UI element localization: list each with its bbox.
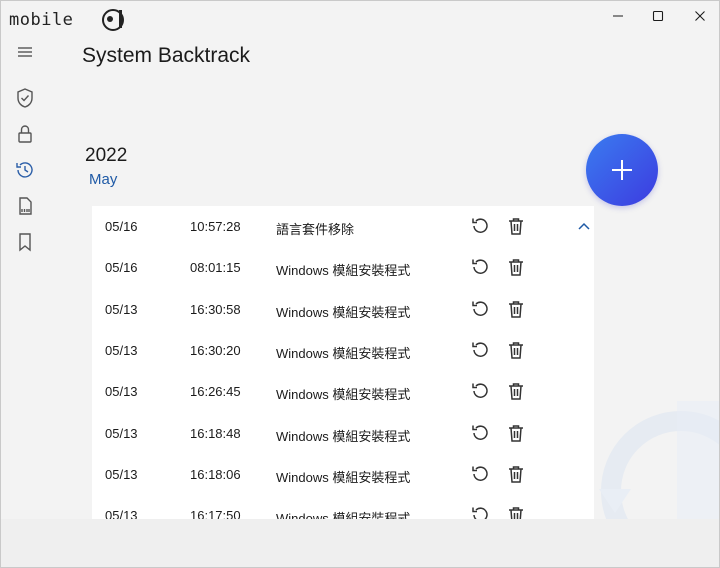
- restore-time: 16:18:48: [190, 425, 241, 441]
- delete-button[interactable]: [506, 216, 526, 236]
- trash-icon: [509, 342, 523, 359]
- restore-date: 05/13: [105, 342, 138, 358]
- table-row[interactable]: 05/13 16:30:20 Windows 模組安裝程式: [92, 330, 594, 371]
- delete-button[interactable]: [506, 423, 526, 443]
- restore-point-list: 05/16 10:57:28 語言套件移除 05/16 08:01:15 Windows …: [92, 206, 594, 519]
- trash-icon: [509, 300, 523, 318]
- restore-date: 05/13: [105, 301, 138, 317]
- month-heading: May: [89, 171, 118, 188]
- sidebar-item-history[interactable]: [5, 152, 45, 188]
- restore-date: 05/16: [105, 260, 138, 276]
- table-row[interactable]: 05/16 10:57:28 語言套件移除: [92, 206, 594, 247]
- minimize-icon: [613, 15, 623, 17]
- restore-time: 16:18:06: [190, 466, 241, 482]
- mobile01-logo-icon: mobile: [9, 9, 124, 31]
- restore-button[interactable]: [470, 340, 490, 360]
- svg-text:mobile: mobile: [9, 10, 73, 30]
- sidebar-item-lock[interactable]: [5, 116, 45, 152]
- restore-description: 語言套件移除: [276, 222, 355, 237]
- close-button[interactable]: [677, 1, 719, 31]
- restore-time: 16:26:45: [190, 384, 241, 400]
- year-heading: 2022: [85, 145, 128, 166]
- app-window: mobile System Backtrack 2022 May 05/16 1…: [0, 0, 720, 568]
- sidebar-item-disk[interactable]: [5, 188, 45, 224]
- restore-icon: [472, 342, 488, 357]
- restore-button[interactable]: [470, 464, 490, 484]
- restore-button[interactable]: [470, 257, 490, 277]
- table-row[interactable]: 05/13 16:18:06 Windows 模組安裝程式: [92, 454, 594, 495]
- restore-icon: [472, 383, 488, 399]
- restore-time: 10:57:28: [190, 219, 241, 234]
- restore-icon: [472, 259, 488, 275]
- restore-date: 05/13: [105, 384, 138, 400]
- restore-time: 16:17:50: [190, 508, 241, 519]
- delete-button[interactable]: [506, 381, 526, 401]
- maximize-button[interactable]: [635, 1, 681, 31]
- restore-button[interactable]: [470, 381, 490, 401]
- trash-icon: [509, 424, 523, 442]
- restore-description: Windows 模組安裝程式: [276, 511, 411, 519]
- restore-time: 08:01:15: [190, 260, 241, 276]
- restore-description: Windows 模組安裝程式: [276, 304, 411, 320]
- sidebar-item-bookmark[interactable]: [5, 224, 45, 260]
- restore-description: Windows 模組安裝程式: [276, 387, 411, 403]
- collapse-button[interactable]: [576, 218, 592, 234]
- trash-icon: [509, 259, 523, 277]
- restore-button[interactable]: [470, 216, 490, 236]
- bookmark-icon: [19, 233, 31, 252]
- restore-description: Windows 模組安裝程式: [276, 345, 411, 361]
- restore-description: Windows 模組安裝程式: [276, 428, 411, 444]
- shield-icon: [17, 88, 33, 108]
- hamburger-menu-button[interactable]: [5, 34, 45, 70]
- table-row[interactable]: 05/13 16:30:58 Windows 模組安裝程式: [92, 289, 594, 330]
- trash-icon: [509, 383, 523, 400]
- trash-icon: [509, 466, 523, 483]
- restore-icon: [472, 466, 488, 481]
- delete-button[interactable]: [506, 257, 526, 277]
- restore-time: 16:30:20: [190, 342, 241, 358]
- delete-button[interactable]: [506, 299, 526, 319]
- footer-area: [1, 519, 719, 567]
- restore-date: 05/13: [105, 466, 138, 482]
- restore-date: 05/13: [105, 508, 138, 519]
- trash-icon: [509, 507, 523, 519]
- restore-description: Windows 模組安裝程式: [276, 469, 411, 485]
- restore-date: 05/13: [105, 425, 138, 441]
- logo: mobile: [7, 5, 147, 33]
- restore-icon: [472, 301, 488, 316]
- maximize-icon: [652, 10, 664, 22]
- restore-time: 16:30:58: [190, 301, 241, 317]
- restore-icon: [472, 424, 488, 440]
- close-icon: [695, 11, 705, 21]
- sidebar-item-protection[interactable]: [5, 80, 45, 116]
- delete-button[interactable]: [506, 340, 526, 360]
- plus-icon: [612, 160, 632, 180]
- delete-button[interactable]: [506, 464, 526, 484]
- restore-button[interactable]: [470, 505, 490, 519]
- restore-icon: [472, 507, 488, 519]
- lock-icon: [18, 125, 32, 143]
- table-row[interactable]: 05/13 16:17:50 Windows 模組安裝程式: [92, 495, 594, 519]
- restore-icon: [472, 218, 488, 233]
- menu-icon: [18, 47, 32, 57]
- page-title: System Backtrack: [82, 44, 251, 67]
- history-icon: [16, 162, 33, 178]
- delete-button[interactable]: [506, 505, 526, 519]
- restore-button[interactable]: [470, 299, 490, 319]
- restore-description: Windows 模組安裝程式: [276, 263, 411, 279]
- restore-date: 05/16: [105, 219, 138, 234]
- sidebar: [1, 31, 49, 567]
- table-row[interactable]: 05/16 08:01:15 Windows 模組安裝程式: [92, 247, 594, 288]
- table-row[interactable]: 05/13 16:26:45 Windows 模組安裝程式: [92, 371, 594, 412]
- add-restore-point-button[interactable]: [586, 134, 658, 206]
- trash-icon: [509, 218, 523, 235]
- disk-icon: [19, 197, 32, 215]
- chevron-up-icon: [578, 222, 590, 230]
- restore-button[interactable]: [470, 423, 490, 443]
- table-row[interactable]: 05/13 16:18:48 Windows 模組安裝程式: [92, 413, 594, 454]
